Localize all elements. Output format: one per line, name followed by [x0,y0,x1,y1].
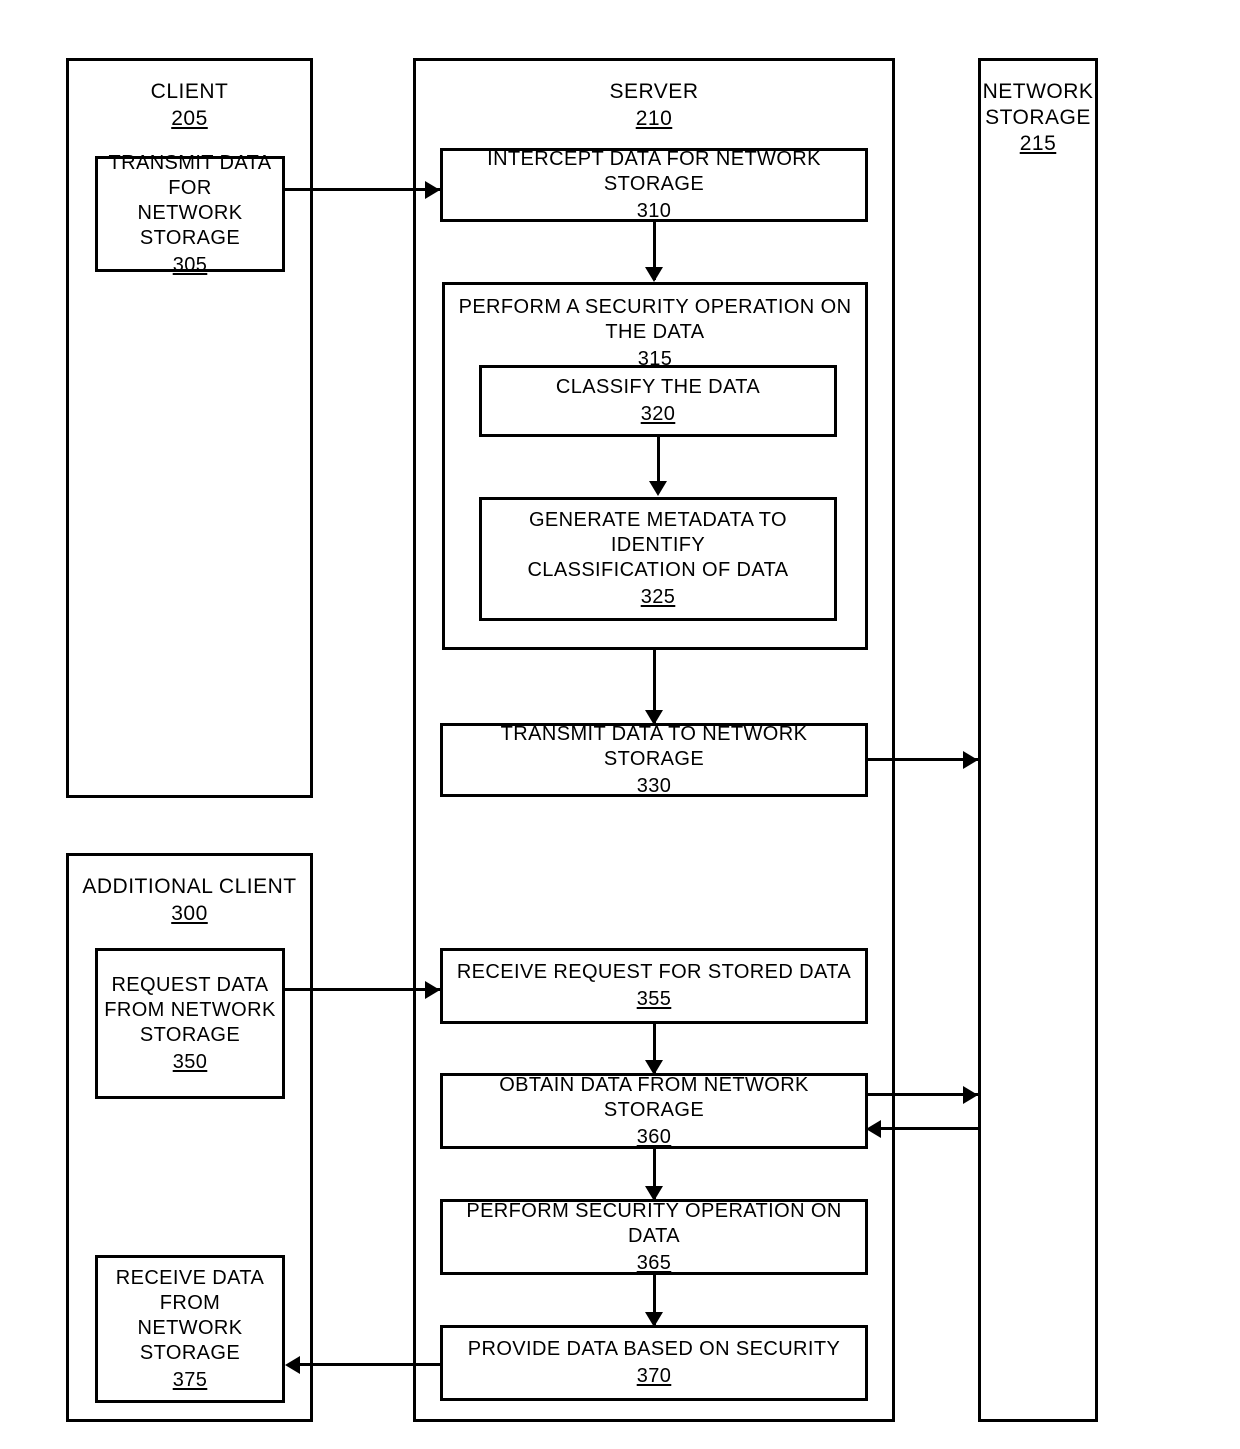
step-375-ref: 375 [172,1368,208,1391]
step-370-line1: PROVIDE DATA BASED ON SECURITY [467,1338,841,1360]
arrowhead-365-to-370 [645,1312,663,1327]
step-365-line1: PERFORM SECURITY OPERATION ON DATA [466,1199,842,1247]
step-classify-the-data: CLASSIFY THE DATA 320 [479,365,837,437]
step-perform-security-operation-on-data: PERFORM SECURITY OPERATION ON DATA 365 [440,1199,868,1275]
step-375-line1: RECEIVE DATA FROM [115,1266,265,1314]
step-360-ref: 360 [636,1125,672,1148]
step-request-data-from-network-storage: REQUEST DATA FROM NETWORK STORAGE 350 [95,948,285,1099]
lane-network-storage-title-line2: STORAGE [985,105,1091,129]
step-350-line1: REQUEST DATA [111,973,269,996]
figure-canvas: CLIENT 205 TRANSMIT DATA FOR NETWORK STO… [0,0,1240,1449]
lane-client-title: CLIENT 205 [69,79,310,131]
lane-server-title-label: SERVER [609,80,699,103]
connector-305-to-310 [285,188,440,191]
arrowhead-355-to-360 [645,1060,663,1075]
arrowhead-370-to-375 [285,1356,300,1374]
lane-network-storage-ref: 215 [1019,132,1057,156]
step-perform-a-security-operation-on-the-data: PERFORM A SECURITY OPERATION ON THE DATA… [442,282,868,650]
step-320-ref: 320 [640,403,676,425]
arrowhead-330-to-network-storage [963,751,978,769]
step-intercept-data-for-network-storage: INTERCEPT DATA FOR NETWORK STORAGE 310 [440,148,868,222]
arrowhead-350-to-355 [425,981,440,999]
step-310-ref: 310 [636,199,672,222]
arrowhead-360-to-365 [645,1186,663,1201]
step-310-line1: INTERCEPT DATA FOR NETWORK STORAGE [487,147,821,195]
step-350-line3: STORAGE [139,1023,241,1046]
arrowhead-305-to-310 [425,181,440,199]
step-generate-metadata-to-identify-classification-of-data: GENERATE METADATA TO IDENTIFY CLASSIFICA… [479,497,837,621]
connector-370-to-375 [297,1363,443,1366]
step-360-line1: OBTAIN DATA FROM NETWORK STORAGE [499,1073,809,1121]
lane-network-storage: NETWORK STORAGE 215 [978,58,1098,1422]
step-350-line2: FROM NETWORK [104,998,276,1021]
lane-additional-client-title: ADDITIONAL CLIENT 300 [69,874,310,926]
step-350-ref: 350 [172,1050,208,1073]
step-330-line1: TRANSMIT DATA TO NETWORK STORAGE [500,722,808,770]
arrowhead-360-to-network-storage [963,1086,978,1104]
arrowhead-320-to-325 [649,481,667,496]
step-325-ref: 325 [640,586,676,608]
lane-network-storage-title: NETWORK STORAGE 215 [981,79,1095,157]
step-provide-data-based-on-security: PROVIDE DATA BASED ON SECURITY 370 [440,1325,868,1401]
lane-server-title: SERVER 210 [416,79,892,131]
step-315-header: PERFORM A SECURITY OPERATION ON THE DATA… [445,295,865,372]
lane-client-ref: 205 [171,106,208,130]
step-transmit-data-to-network-storage: TRANSMIT DATA TO NETWORK STORAGE 330 [440,723,868,797]
step-315-line1: PERFORM A SECURITY OPERATION ON THE DATA [458,296,852,343]
arrowhead-315-to-330 [645,710,663,725]
step-325-line1: GENERATE METADATA TO IDENTIFY [528,509,788,556]
step-370-ref: 370 [636,1365,672,1387]
step-325-line2: CLASSIFICATION OF DATA [527,559,789,581]
step-320-line1: CLASSIFY THE DATA [555,376,761,398]
step-355-ref: 355 [636,988,672,1010]
step-375-line2: NETWORK STORAGE [137,1316,243,1364]
lane-additional-client-title-label: ADDITIONAL CLIENT [82,875,297,898]
step-transmit-data-for-network-storage: TRANSMIT DATA FOR NETWORK STORAGE 305 [95,152,285,276]
step-receive-request-for-stored-data: RECEIVE REQUEST FOR STORED DATA 355 [440,948,868,1024]
step-365-ref: 365 [636,1251,672,1274]
step-330-ref: 330 [636,774,672,797]
connector-320-to-325 [657,437,660,487]
connector-350-to-355 [285,988,440,991]
arrowhead-network-storage-to-360 [866,1120,881,1138]
step-receive-data-from-network-storage: RECEIVE DATA FROM NETWORK STORAGE 375 [95,1255,285,1403]
lane-server-ref: 210 [635,106,673,130]
step-305-line1: TRANSMIT DATA FOR [108,151,272,199]
step-355-line1: RECEIVE REQUEST FOR STORED DATA [456,961,852,983]
lane-network-storage-title-line1: NETWORK [982,80,1094,103]
lane-additional-client-ref: 300 [171,901,208,925]
step-305-line2: NETWORK STORAGE [137,201,243,249]
step-305-ref: 305 [172,253,208,276]
step-obtain-data-from-network-storage: OBTAIN DATA FROM NETWORK STORAGE 360 [440,1073,868,1149]
lane-client-title-label: CLIENT [150,80,229,103]
arrowhead-310-to-315 [645,267,663,282]
connector-network-storage-to-360 [870,1127,980,1130]
